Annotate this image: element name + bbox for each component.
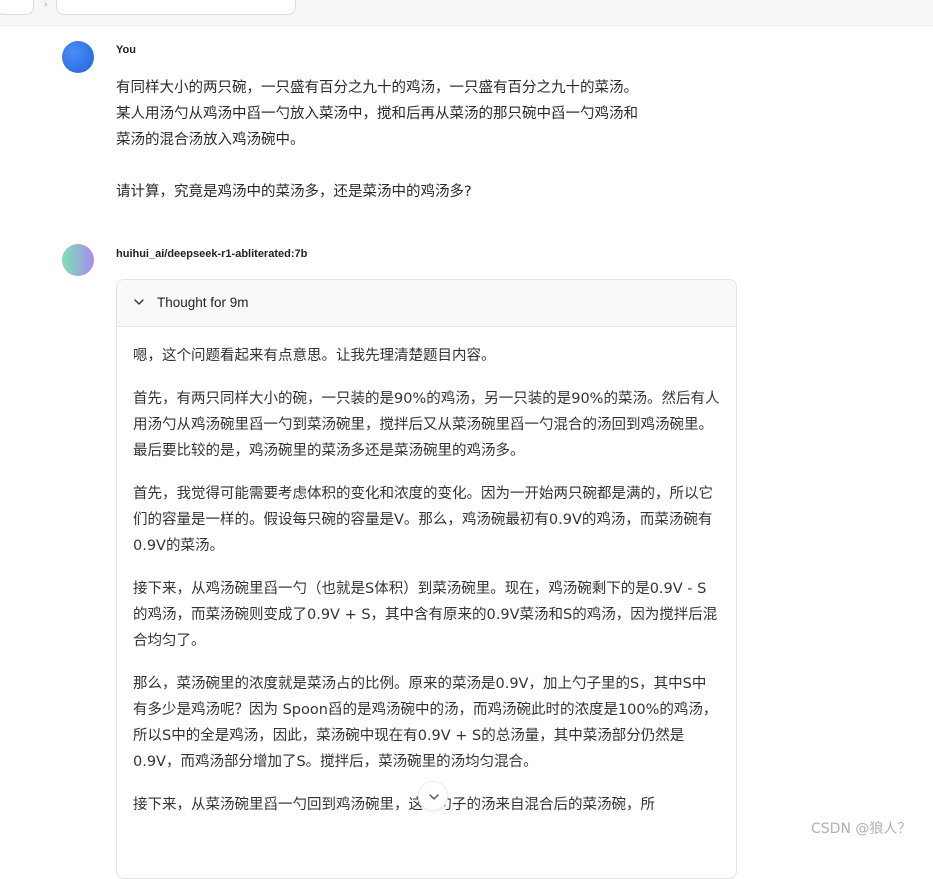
thought-paragraph: 接下来，从鸡汤碗里舀一勺（也就是S体积）到菜汤碗里。现在，鸡汤碗剩下的是0.9V…	[133, 581, 718, 649]
watermark: CSDN @狼人？	[811, 821, 912, 837]
top-bar: ›	[0, 0, 933, 26]
message-author: You	[116, 44, 136, 56]
chevron-down-icon	[429, 794, 439, 800]
scroll-to-bottom-button[interactable]	[418, 781, 448, 811]
thought-label: Thought for 9m	[157, 295, 249, 310]
chevron-down-icon	[134, 299, 144, 305]
thought-paragraph: 嗯，这个问题看起来有点意思。让我先理清楚题目内容。	[133, 348, 496, 364]
sidebar-toggle-button[interactable]	[0, 0, 34, 15]
assistant-avatar	[62, 244, 94, 276]
thought-paragraph: 首先，有两只同样大小的碗，一只装的是90%的鸡汤，另一只装的是90%的菜汤。然后…	[133, 391, 720, 459]
user-avatar	[62, 41, 94, 73]
thought-toggle[interactable]: Thought for 9m	[117, 280, 736, 327]
user-message-text: 有同样大小的两只碗，一只盛有百分之九十的鸡汤，一只盛有百分之九十的菜汤。 某人用…	[116, 75, 716, 205]
model-selector[interactable]	[56, 0, 296, 15]
message-paragraph: 菜汤的混合汤放入鸡汤碗中。	[116, 132, 305, 148]
thought-paragraph: 那么，菜汤碗里的浓度就是菜汤占的比例。原来的菜汤是0.9V，加上勺子里的S，其中…	[133, 676, 718, 770]
chevron-right-icon: ›	[44, 0, 48, 10]
thought-paragraph: 首先，我觉得可能需要考虑体积的变化和浓度的变化。因为一开始两只碗都是满的，所以它…	[133, 486, 713, 554]
message-paragraph: 请计算，究竟是鸡汤中的菜汤多，还是菜汤中的鸡汤多?	[116, 184, 472, 200]
message-paragraph: 某人用汤勺从鸡汤中舀一勺放入菜汤中，搅和后再从菜汤的那只碗中舀一勺鸡汤和	[116, 106, 638, 122]
message-paragraph: 有同样大小的两只碗，一只盛有百分之九十的鸡汤，一只盛有百分之九十的菜汤。	[116, 80, 638, 96]
thought-content: 嗯，这个问题看起来有点意思。让我先理清楚题目内容。 首先，有两只同样大小的碗，一…	[117, 327, 736, 818]
message-author: huihui_ai/deepseek-r1-abliterated:7b	[116, 248, 308, 260]
